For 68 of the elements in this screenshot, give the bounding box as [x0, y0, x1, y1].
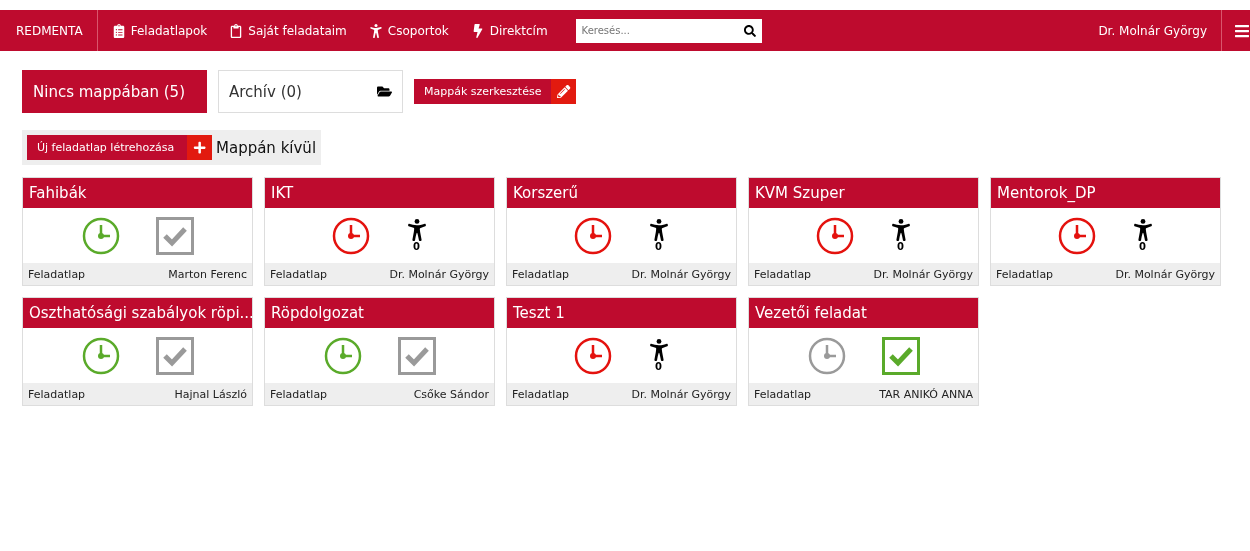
user-link[interactable]: Dr. Molnár György	[1098, 10, 1222, 51]
card-owner: Dr. Molnár György	[389, 267, 489, 281]
edit-folders-button[interactable]: Mappák szerkesztése	[414, 79, 552, 104]
card-title: Korszerű	[507, 178, 736, 208]
worksheet-card[interactable]: Mentorok_DP 0 Feladatlap Dr. Molnár György	[990, 177, 1221, 286]
member-count: 0	[655, 241, 662, 252]
add-button[interactable]	[187, 135, 212, 160]
card-owner: Dr. Molnár György	[1115, 267, 1215, 281]
nav-link[interactable]: Feladatlapok	[111, 23, 208, 38]
nav-link[interactable]: Saját feladataim	[229, 23, 347, 38]
card-title: Fahibák	[23, 178, 252, 208]
member-count: 0	[897, 241, 904, 252]
brand-link[interactable]: REDMENTA	[0, 10, 98, 51]
card-type: Feladatlap	[270, 387, 328, 401]
folder-tab[interactable]: Nincs mappában (5)	[22, 70, 207, 113]
clipboard-icon	[229, 23, 244, 38]
card-title: Oszthatósági szabályok röpi...	[23, 298, 252, 328]
folder-tab[interactable]: Archív (0)	[218, 70, 403, 113]
person-icon	[368, 23, 383, 38]
person-icon	[1131, 219, 1154, 241]
card-type: Feladatlap	[754, 387, 812, 401]
nav-link[interactable]: Direktcím	[470, 23, 548, 38]
member-count: 0	[1139, 241, 1146, 252]
person-icon	[889, 219, 912, 241]
card-owner: Marton Ferenc	[168, 267, 247, 281]
worksheet-card[interactable]: KVM Szuper 0 Feladatlap Dr. Molnár György	[748, 177, 979, 286]
clipboard-icon	[111, 23, 126, 38]
worksheet-card[interactable]: Röpdolgozat Feladatlap Csőke Sándor	[264, 297, 495, 406]
card-type: Feladatlap	[270, 267, 328, 281]
worksheet-card[interactable]: Oszthatósági szabályok röpi... Feladatlap Hajnal László	[22, 297, 253, 406]
worksheet-card[interactable]: Teszt 1 0 Feladatlap Dr. Molnár György	[506, 297, 737, 406]
person-icon	[647, 219, 670, 241]
card-type: Feladatlap	[28, 267, 86, 281]
card-title: KVM Szuper	[749, 178, 978, 208]
new-sheet-button[interactable]: Új feladatlap létrehozása	[27, 135, 187, 160]
card-owner: TAR ANIKÓ ANNA	[879, 387, 973, 401]
folder-label: Mappán kívül	[216, 138, 317, 157]
worksheet-card[interactable]: Fahibák Feladatlap Marton Ferenc	[22, 177, 253, 286]
card-title: Vezetői feladat	[749, 298, 978, 328]
pencil-icon	[557, 84, 571, 99]
menu-icon[interactable]	[1234, 22, 1250, 39]
search-field[interactable]: Keresés...	[575, 18, 762, 43]
card-owner: Hajnal László	[174, 387, 247, 401]
card-title: Teszt 1	[507, 298, 736, 328]
card-type: Feladatlap	[512, 387, 570, 401]
card-owner: Dr. Molnár György	[873, 267, 973, 281]
worksheet-card[interactable]: Vezetői feladat Feladatlap TAR ANIKÓ ANNA	[748, 297, 979, 406]
search-icon[interactable]	[743, 24, 756, 37]
folder-icon	[377, 84, 392, 99]
card-type: Feladatlap	[28, 387, 86, 401]
plus-icon	[192, 140, 207, 155]
member-count: 0	[413, 241, 420, 252]
card-title: Röpdolgozat	[265, 298, 494, 328]
card-title: IKT	[265, 178, 494, 208]
card-owner: Dr. Molnár György	[631, 267, 731, 281]
worksheet-card[interactable]: IKT 0 Feladatlap Dr. Molnár György	[264, 177, 495, 286]
worksheet-card[interactable]: Korszerű 0 Feladatlap Dr. Molnár György	[506, 177, 737, 286]
card-owner: Dr. Molnár György	[631, 387, 731, 401]
card-type: Feladatlap	[996, 267, 1054, 281]
card-type: Feladatlap	[754, 267, 812, 281]
pencil-button[interactable]	[551, 79, 577, 104]
card-title: Mentorok_DP	[991, 178, 1220, 208]
card-type: Feladatlap	[512, 267, 570, 281]
card-owner: Csőke Sándor	[413, 387, 489, 401]
person-icon	[647, 339, 670, 361]
member-count: 0	[655, 361, 662, 372]
person-icon	[405, 219, 428, 241]
nav-link[interactable]: Csoportok	[368, 23, 449, 38]
